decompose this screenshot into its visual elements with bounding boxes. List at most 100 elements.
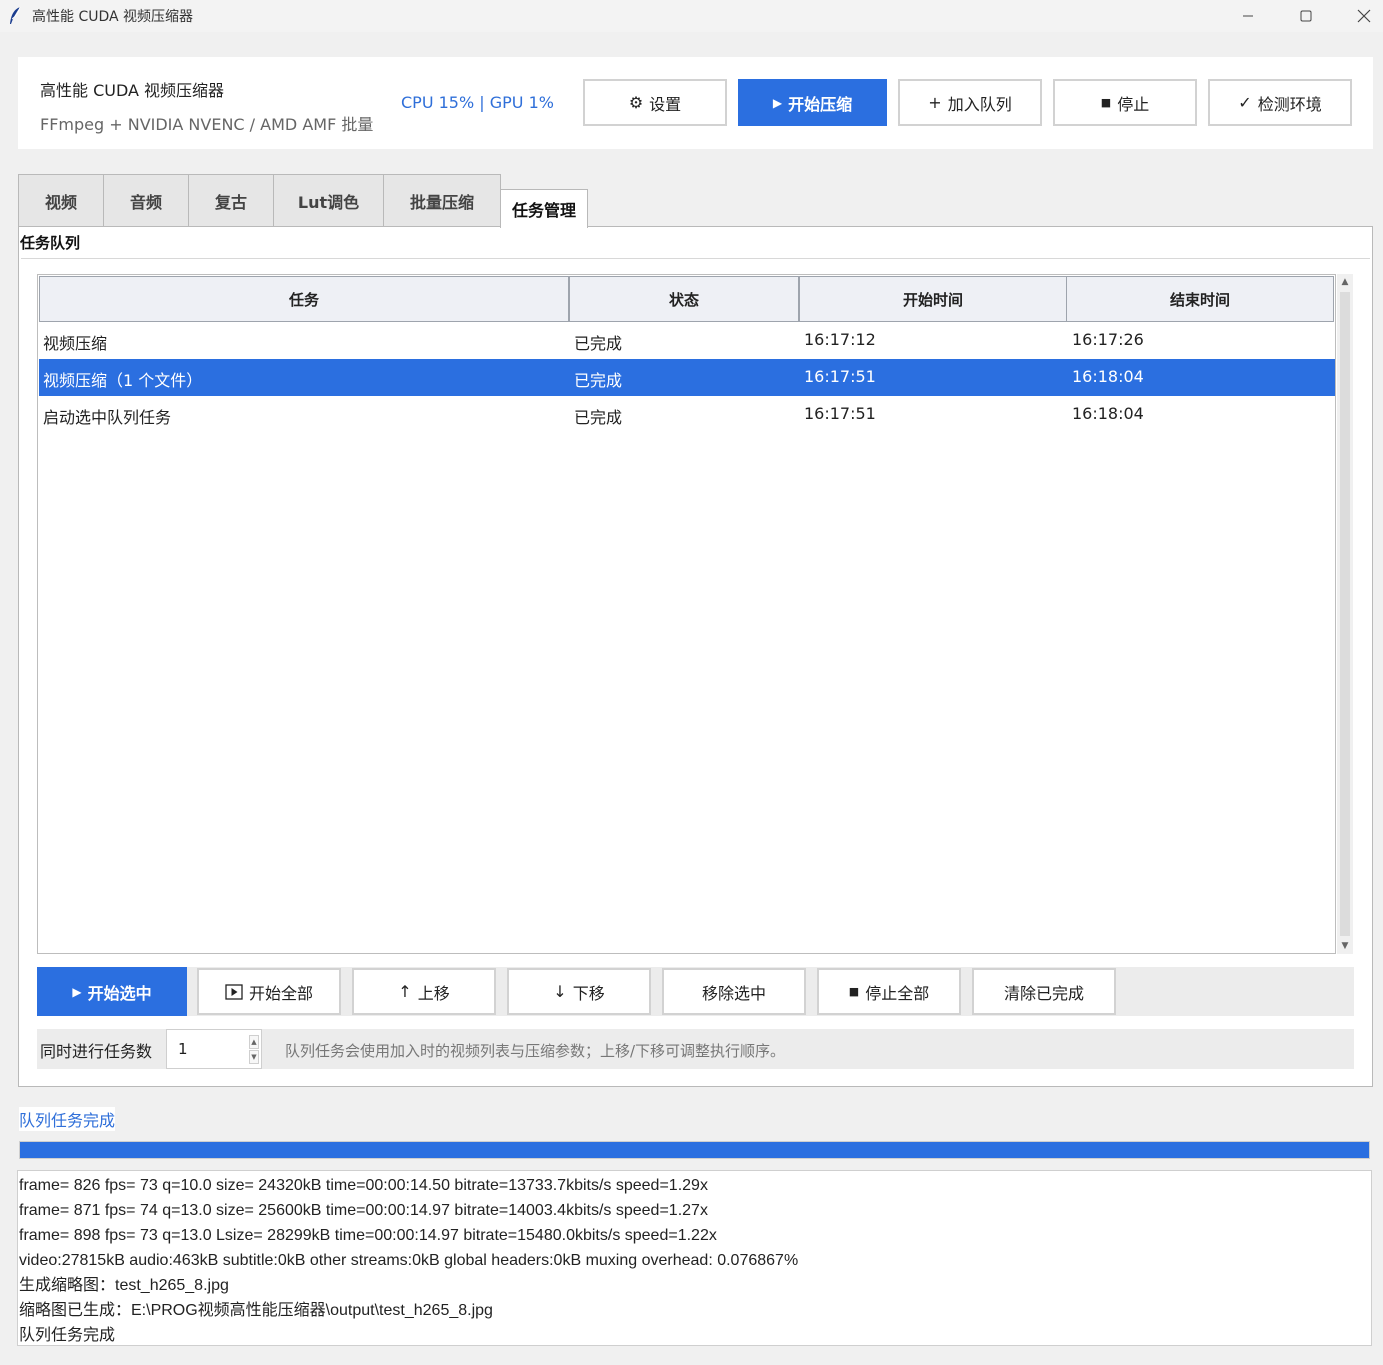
- table-row-selected[interactable]: 视频压缩（1 个文件） 已完成 16:17:51 16:18:04: [39, 359, 1335, 396]
- tab-audio[interactable]: 音频: [103, 174, 189, 226]
- queue-action-bar: ▶ 开始选中 开始全部 ↑ 上移 ↓ 下移 移除选中 ■ 停止全部 清除已完成: [37, 967, 1354, 1016]
- task-cell: 视频压缩: [43, 334, 108, 353]
- minimize-button[interactable]: [1220, 0, 1276, 32]
- stop-label: 停止: [1117, 94, 1150, 114]
- end-time-cell: 16:18:04: [1072, 367, 1144, 386]
- concurrency-bar: 同时进行任务数 1 ▲ ▼ 队列任务会使用加入时的视频列表与压缩参数；上移/下移…: [37, 1029, 1354, 1069]
- tab-task-manager[interactable]: 任务管理: [500, 189, 588, 228]
- start-selected-label: 开始选中: [87, 983, 152, 1003]
- maximize-icon: [1300, 10, 1312, 22]
- end-time-cell: 16:18:04: [1072, 404, 1144, 423]
- concurrency-hint: 队列任务会使用加入时的视频列表与压缩参数；上移/下移可调整执行顺序。: [285, 1042, 786, 1060]
- log-line: frame= 898 fps= 73 q=13.0 Lsize= 28299kB…: [19, 1227, 717, 1244]
- concurrency-label: 同时进行任务数: [40, 1042, 153, 1061]
- settings-label: 设置: [649, 94, 682, 114]
- start-all-button[interactable]: 开始全部: [197, 968, 341, 1015]
- header-bar: 高性能 CUDA 视频压缩器 FFmpeg + NVIDIA NVENC / A…: [18, 57, 1373, 149]
- tab-video[interactable]: 视频: [18, 174, 104, 226]
- log-line: video:27815kB audio:463kB subtitle:0kB o…: [19, 1252, 799, 1269]
- title-bar: 高性能 CUDA 视频压缩器: [0, 0, 1383, 32]
- tab-retro[interactable]: 复古: [188, 174, 274, 226]
- column-header-status[interactable]: 状态: [569, 276, 799, 322]
- app-name: 高性能 CUDA 视频压缩器: [40, 81, 225, 100]
- log-line: 缩略图已生成：E:\PROG视频高性能压缩器\output\test_h265_…: [19, 1302, 493, 1319]
- maximize-button[interactable]: [1278, 0, 1334, 32]
- check-icon: ✓: [1238, 93, 1252, 112]
- move-up-button[interactable]: ↑ 上移: [352, 968, 496, 1015]
- queue-scrollbar[interactable]: ▲ ▼: [1337, 274, 1353, 954]
- gear-icon: ⚙: [628, 93, 644, 112]
- column-header-task[interactable]: 任务: [39, 276, 569, 322]
- tab-batch[interactable]: 批量压缩: [383, 174, 501, 226]
- task-manager-panel: 任务队列 任务 状态 开始时间 结束时间 视频压缩 已完成 16:17:12 1…: [18, 226, 1373, 1087]
- stop-all-button[interactable]: ■ 停止全部: [817, 968, 961, 1015]
- column-header-end-time[interactable]: 结束时间: [1066, 276, 1334, 322]
- queue-table[interactable]: 任务 状态 开始时间 结束时间 视频压缩 已完成 16:17:12 16:17:…: [37, 274, 1336, 954]
- arrow-up-icon: ↑: [398, 982, 412, 1001]
- resource-usage: CPU 15% | GPU 1%: [401, 93, 554, 112]
- log-line: frame= 826 fps= 73 q=10.0 size= 24320kB …: [19, 1177, 708, 1194]
- settings-button[interactable]: ⚙ 设置: [583, 79, 727, 126]
- check-env-label: 检测环境: [1257, 94, 1322, 114]
- log-output[interactable]: frame= 826 fps= 73 q=10.0 size= 24320kB …: [17, 1170, 1372, 1346]
- status-cell: 已完成: [574, 371, 623, 390]
- stop-icon: ■: [848, 985, 860, 998]
- spin-up-icon[interactable]: ▲: [249, 1035, 259, 1049]
- move-down-button[interactable]: ↓ 下移: [507, 968, 651, 1015]
- stop-button[interactable]: ■ 停止: [1053, 79, 1197, 126]
- play-box-icon: [225, 983, 243, 1000]
- remove-selected-label: 移除选中: [701, 983, 766, 1003]
- window-title: 高性能 CUDA 视频压缩器: [32, 9, 194, 25]
- end-time-cell: 16:17:26: [1072, 330, 1144, 349]
- scroll-down-arrow-icon[interactable]: ▼: [1337, 938, 1353, 954]
- queue-group-title: 任务队列: [20, 234, 81, 252]
- close-icon: [1357, 9, 1371, 23]
- check-env-button[interactable]: ✓ 检测环境: [1208, 79, 1352, 126]
- group-divider: [21, 258, 1370, 259]
- table-row[interactable]: 视频压缩 已完成 16:17:12 16:17:26: [39, 322, 1335, 359]
- clear-completed-label: 清除已完成: [1003, 983, 1084, 1003]
- stop-icon: ■: [1100, 96, 1112, 109]
- start-time-cell: 16:17:51: [804, 367, 876, 386]
- start-time-cell: 16:17:51: [804, 404, 876, 423]
- remove-selected-button[interactable]: 移除选中: [662, 968, 806, 1015]
- add-queue-button[interactable]: + 加入队列: [898, 79, 1042, 126]
- status-cell: 已完成: [574, 334, 623, 353]
- stop-all-label: 停止全部: [865, 983, 930, 1003]
- status-label: 队列任务完成: [19, 1107, 116, 1131]
- log-line: frame= 871 fps= 74 q=13.0 size= 25600kB …: [19, 1202, 708, 1219]
- start-selected-button[interactable]: ▶ 开始选中: [37, 967, 187, 1016]
- minimize-icon: [1243, 15, 1253, 17]
- tab-lut[interactable]: Lut调色: [273, 174, 384, 226]
- task-cell: 启动选中队列任务: [43, 408, 172, 427]
- plus-icon: +: [928, 93, 942, 112]
- spin-down-icon[interactable]: ▼: [249, 1050, 259, 1064]
- start-all-label: 开始全部: [248, 983, 313, 1003]
- close-button[interactable]: [1336, 0, 1383, 32]
- add-queue-label: 加入队列: [947, 94, 1012, 114]
- move-down-label: 下移: [572, 983, 605, 1003]
- task-cell: 视频压缩（1 个文件）: [43, 371, 203, 390]
- concurrency-spinbox[interactable]: 1 ▲ ▼: [166, 1029, 262, 1069]
- column-header-start-time[interactable]: 开始时间: [799, 276, 1067, 322]
- scroll-thumb[interactable]: [1340, 292, 1350, 936]
- log-line: 队列任务完成: [19, 1327, 116, 1344]
- log-line: 生成缩略图：test_h265_8.jpg: [19, 1277, 229, 1294]
- arrow-down-icon: ↓: [553, 982, 567, 1001]
- clear-completed-button[interactable]: 清除已完成: [972, 968, 1116, 1015]
- feather-icon: [10, 6, 21, 24]
- progress-fill: [20, 1142, 1369, 1158]
- play-icon: ▶: [72, 984, 82, 999]
- table-row[interactable]: 启动选中队列任务 已完成 16:17:51 16:18:04: [39, 396, 1335, 433]
- app-subtitle: FFmpeg + NVIDIA NVENC / AMD AMF 批量: [40, 115, 374, 134]
- status-cell: 已完成: [574, 408, 623, 427]
- start-compress-label: 开始压缩: [788, 94, 853, 114]
- start-time-cell: 16:17:12: [804, 330, 876, 349]
- concurrency-value[interactable]: 1: [178, 1040, 188, 1058]
- start-compress-button[interactable]: ▶ 开始压缩: [738, 79, 887, 126]
- table-header: 任务 状态 开始时间 结束时间: [39, 276, 1335, 322]
- progress-bar: [19, 1141, 1370, 1159]
- move-up-label: 上移: [417, 983, 450, 1003]
- scroll-up-arrow-icon[interactable]: ▲: [1337, 274, 1353, 290]
- play-icon: ▶: [772, 95, 783, 110]
